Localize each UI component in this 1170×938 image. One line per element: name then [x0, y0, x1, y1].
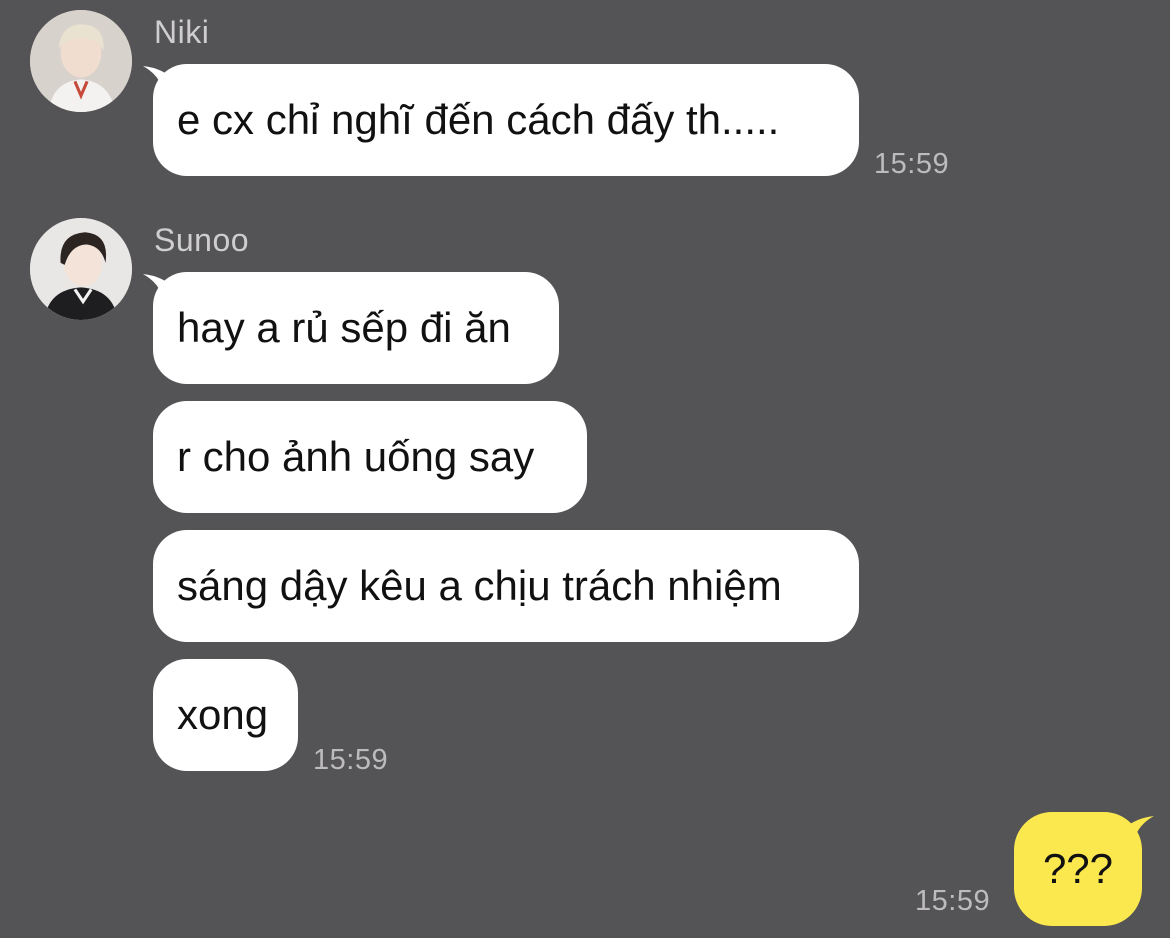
message-bubble[interactable]: xong: [153, 659, 298, 771]
my-message-bubble[interactable]: ???: [1014, 812, 1142, 926]
sender-name-niki: Niki: [154, 14, 210, 50]
message-bubble[interactable]: r cho ảnh uống say: [153, 401, 587, 513]
sender-name-sunoo: Sunoo: [154, 222, 250, 258]
avatar-sunoo[interactable]: [30, 218, 132, 320]
profile-photo-icon: [30, 10, 132, 112]
message-timestamp: 15:59: [915, 885, 991, 917]
message-bubble[interactable]: sáng dậy kêu a chịu trách nhiệm: [153, 530, 859, 642]
message-timestamp: 15:59: [313, 744, 389, 776]
avatar-niki[interactable]: [30, 10, 132, 112]
message-timestamp: 15:59: [874, 148, 950, 180]
message-bubble[interactable]: hay a rủ sếp đi ăn: [153, 272, 559, 384]
message-bubble[interactable]: e cx chỉ nghĩ đến cách đấy th.....: [153, 64, 859, 176]
profile-photo-icon: [30, 218, 132, 320]
